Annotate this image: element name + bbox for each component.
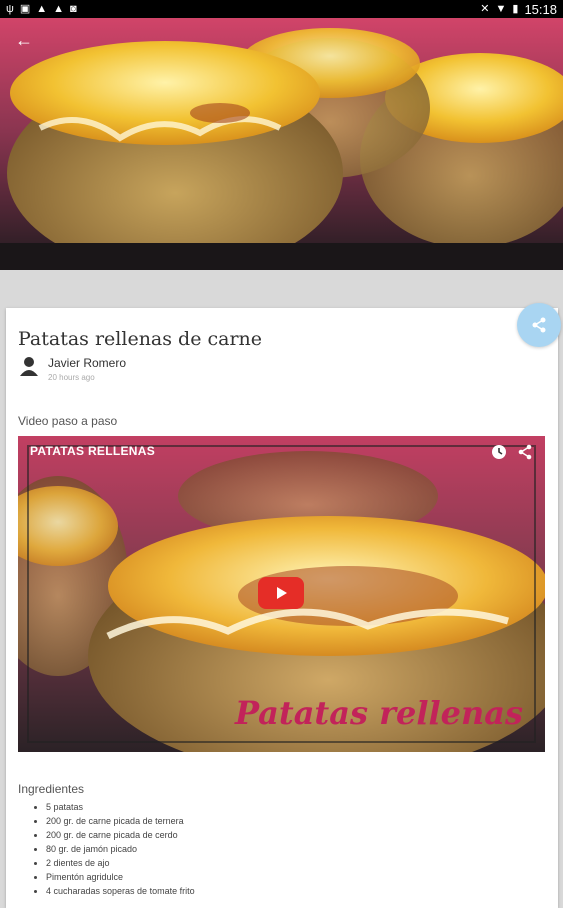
video-overlay-text: Patatas rellenas [234,694,523,732]
author-row: Javier Romero 20 hours ago [18,354,126,382]
list-item: 5 patatas [46,800,195,814]
back-arrow-icon: ← [15,29,33,50]
play-button[interactable] [258,577,304,609]
battery-icon: ▮ [512,3,519,15]
image-icon: ▣ [19,3,31,15]
avatar [18,354,40,376]
list-item: 200 gr. de carne picada de cerdo [46,828,195,842]
play-icon [277,587,287,599]
back-button[interactable]: ← [12,28,36,52]
share-icon [532,317,546,333]
status-time: 15:18 [524,1,557,17]
video-section-label: Video paso a paso [18,414,118,428]
video-player[interactable]: PATATAS RELLENAS Patatas rellenas [18,436,545,752]
list-item: 200 gr. de carne picada de ternera [46,814,195,828]
warning-icon: ▲ [36,3,48,15]
list-item: 2 dientes de ajo [46,856,195,870]
author-info: Javier Romero 20 hours ago [48,354,126,382]
author-name[interactable]: Javier Romero [48,356,126,370]
hero-image [0,18,563,270]
ingredients-label: Ingredientes [18,782,85,796]
recipe-card: Patatas rellenas de carne Javier Romero … [6,308,558,908]
ingredients-list: 5 patatas 200 gr. de carne picada de ter… [34,800,195,898]
status-right-icons: ✕ ▼ ▮ 15:18 [480,2,557,17]
stuffed-potatoes-photo [0,18,563,270]
share-fab-button[interactable] [517,303,561,347]
warning-icon: ▲ [53,3,65,15]
list-item: 4 cucharadas soperas de tomate frito [46,884,195,898]
list-item: 80 gr. de jamón picado [46,842,195,856]
post-time: 20 hours ago [48,373,95,382]
video-actions [491,444,533,460]
list-item: Pimentón agridulce [46,870,195,884]
wifi-icon: ▼ [495,3,507,15]
status-bar: ψ ▣ ▲ ▲ ◙ ✕ ▼ ▮ 15:18 [0,0,563,18]
watch-later-icon[interactable] [491,444,507,460]
status-left-icons: ψ ▣ ▲ ▲ ◙ [6,2,77,16]
mute-icon: ✕ [480,3,490,15]
photo-icon: ◙ [70,3,77,15]
video-share-icon[interactable] [517,444,533,460]
usb-icon: ψ [6,3,14,15]
video-title: PATATAS RELLENAS [30,444,156,458]
recipe-title: Patatas rellenas de carne [18,328,263,350]
